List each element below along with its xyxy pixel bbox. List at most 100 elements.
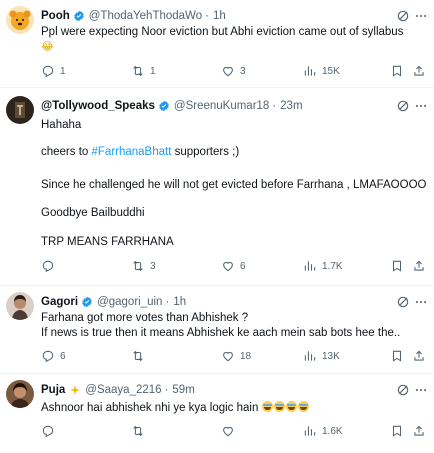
more-icon[interactable] [414, 9, 428, 23]
like-count: 18 [240, 350, 252, 362]
grok-icon[interactable] [396, 99, 410, 113]
tweet-3[interactable]: Gagori @gagori_uin · 1h Farhana got more… [0, 286, 434, 374]
repost-button[interactable] [131, 424, 150, 438]
laughing-emoji [261, 401, 273, 412]
reply-button[interactable]: 6 [41, 349, 66, 363]
avatar[interactable] [6, 6, 34, 34]
views-icon [304, 426, 316, 436]
like-button[interactable]: 6 [221, 259, 246, 273]
tweet-text-line: If news is true then it means Abhishek k… [41, 326, 401, 339]
views-button[interactable]: 15K [303, 64, 340, 78]
repost-icon [133, 350, 143, 362]
bookmark-button[interactable] [390, 259, 404, 273]
separator-dot: · [164, 384, 169, 396]
views-icon [304, 351, 316, 361]
display-name[interactable]: Pooh [41, 10, 70, 22]
share-icon [414, 65, 424, 76]
avatar-image-puja [6, 380, 34, 408]
display-name[interactable]: Puja [41, 384, 65, 396]
laughing-emoji [297, 401, 309, 412]
repost-count: 3 [150, 260, 156, 272]
grok-icon[interactable] [396, 383, 410, 397]
display-name[interactable]: Gagori [41, 296, 78, 308]
user-handle[interactable]: @ThodaYehThodaWo [89, 10, 202, 22]
share-button[interactable] [412, 349, 426, 363]
tweet-2[interactable]: @Tollywood_Speaks @SreenuKumar18 · 23m H… [0, 88, 434, 286]
avatar-image-gagori [6, 292, 34, 320]
reply-button[interactable]: 1 [41, 64, 66, 78]
share-icon [414, 350, 424, 361]
tweet-text-line: Ashnoor hai abhishek nhi ye kya logic ha… [41, 402, 259, 414]
views-icon [304, 66, 316, 76]
tweet-text: Ashnoor hai abhishek nhi ye kya logic ha… [41, 401, 428, 416]
hashtag-link[interactable]: #FarrhanaBhatt [92, 146, 172, 158]
timestamp[interactable]: 23m [280, 100, 302, 112]
views-button[interactable]: 1.6K [303, 424, 343, 438]
grok-icon[interactable] [396, 295, 410, 309]
like-button[interactable]: 18 [221, 349, 251, 363]
tweet-header: Gagori @gagori_uin · 1h [41, 296, 186, 308]
user-handle[interactable]: @Saaya_2216 [85, 384, 161, 396]
user-handle[interactable]: @gagori_uin [97, 296, 162, 308]
tweet-text-line: Goodbye Bailbuddhi [41, 207, 145, 219]
user-handle[interactable]: @SreenuKumar18 [174, 100, 269, 112]
heart-icon [223, 261, 233, 272]
tweet-text-line: Ppl were expecting Noor eviction but Abh… [41, 26, 404, 38]
grok-icon[interactable] [396, 9, 410, 23]
views-button[interactable]: 1.7K [303, 259, 343, 273]
repost-button[interactable] [131, 349, 150, 363]
action-bar: 6 18 13K [41, 349, 426, 365]
separator-dot: · [272, 100, 277, 112]
reply-icon [42, 260, 54, 273]
display-name[interactable]: @Tollywood_Speaks [41, 100, 155, 112]
reply-count: 1 [60, 65, 66, 77]
tweet-text-line: Hahaha [41, 119, 82, 131]
reply-button[interactable] [41, 259, 60, 273]
views-button[interactable]: 13K [303, 349, 340, 363]
bookmark-icon [392, 260, 402, 272]
tweet-text-line: Farhana got more votes than Abhishek ? [41, 312, 249, 324]
avatar[interactable] [6, 96, 34, 124]
tweet-header: Puja @Saaya_2216 · 59m [41, 384, 195, 396]
tweet-1[interactable]: Pooh @ThodaYehThodaWo · 1h Ppl were expe… [0, 0, 434, 88]
verified-badge-icon [159, 100, 169, 112]
repost-button[interactable]: 1 [131, 64, 156, 78]
share-button[interactable] [412, 424, 426, 438]
tweet-4[interactable]: Puja @Saaya_2216 · 59m Ashnoor hai abhis… [0, 374, 434, 453]
sparkle-icon [70, 385, 81, 395]
separator-dot: · [165, 296, 170, 308]
avatar-image-tollywood [6, 96, 34, 124]
bookmark-button[interactable] [390, 349, 404, 363]
timestamp[interactable]: 59m [172, 384, 194, 396]
repost-count: 1 [150, 65, 156, 77]
view-count: 1.7K [322, 260, 343, 272]
avatar[interactable] [6, 380, 34, 408]
bookmark-icon [392, 350, 402, 362]
share-icon [414, 260, 424, 271]
like-button[interactable]: 3 [221, 64, 246, 78]
avatar[interactable] [6, 292, 34, 320]
bookmark-button[interactable] [390, 424, 404, 438]
like-button[interactable] [221, 424, 240, 438]
reply-count: 6 [60, 350, 66, 362]
bookmark-icon [392, 425, 402, 437]
repost-button[interactable]: 3 [131, 259, 156, 273]
views-icon [304, 261, 316, 271]
tweet-text-line: Since he challenged he will not get evic… [41, 179, 427, 191]
verified-badge-icon [82, 296, 92, 308]
timestamp[interactable]: 1h [213, 10, 226, 22]
heart-icon [223, 66, 233, 77]
reply-button[interactable] [41, 424, 60, 438]
share-button[interactable] [412, 259, 426, 273]
more-icon[interactable] [414, 383, 428, 397]
view-count: 1.6K [322, 425, 343, 437]
timestamp[interactable]: 1h [173, 296, 186, 308]
share-button[interactable] [412, 64, 426, 78]
repost-icon [133, 425, 143, 437]
more-icon[interactable] [414, 295, 428, 309]
bookmark-button[interactable] [390, 64, 404, 78]
laughing-emoji [285, 401, 297, 412]
more-icon[interactable] [414, 99, 428, 113]
tweet-header: Pooh @ThodaYehThodaWo · 1h [41, 10, 226, 22]
like-count: 3 [240, 65, 246, 77]
